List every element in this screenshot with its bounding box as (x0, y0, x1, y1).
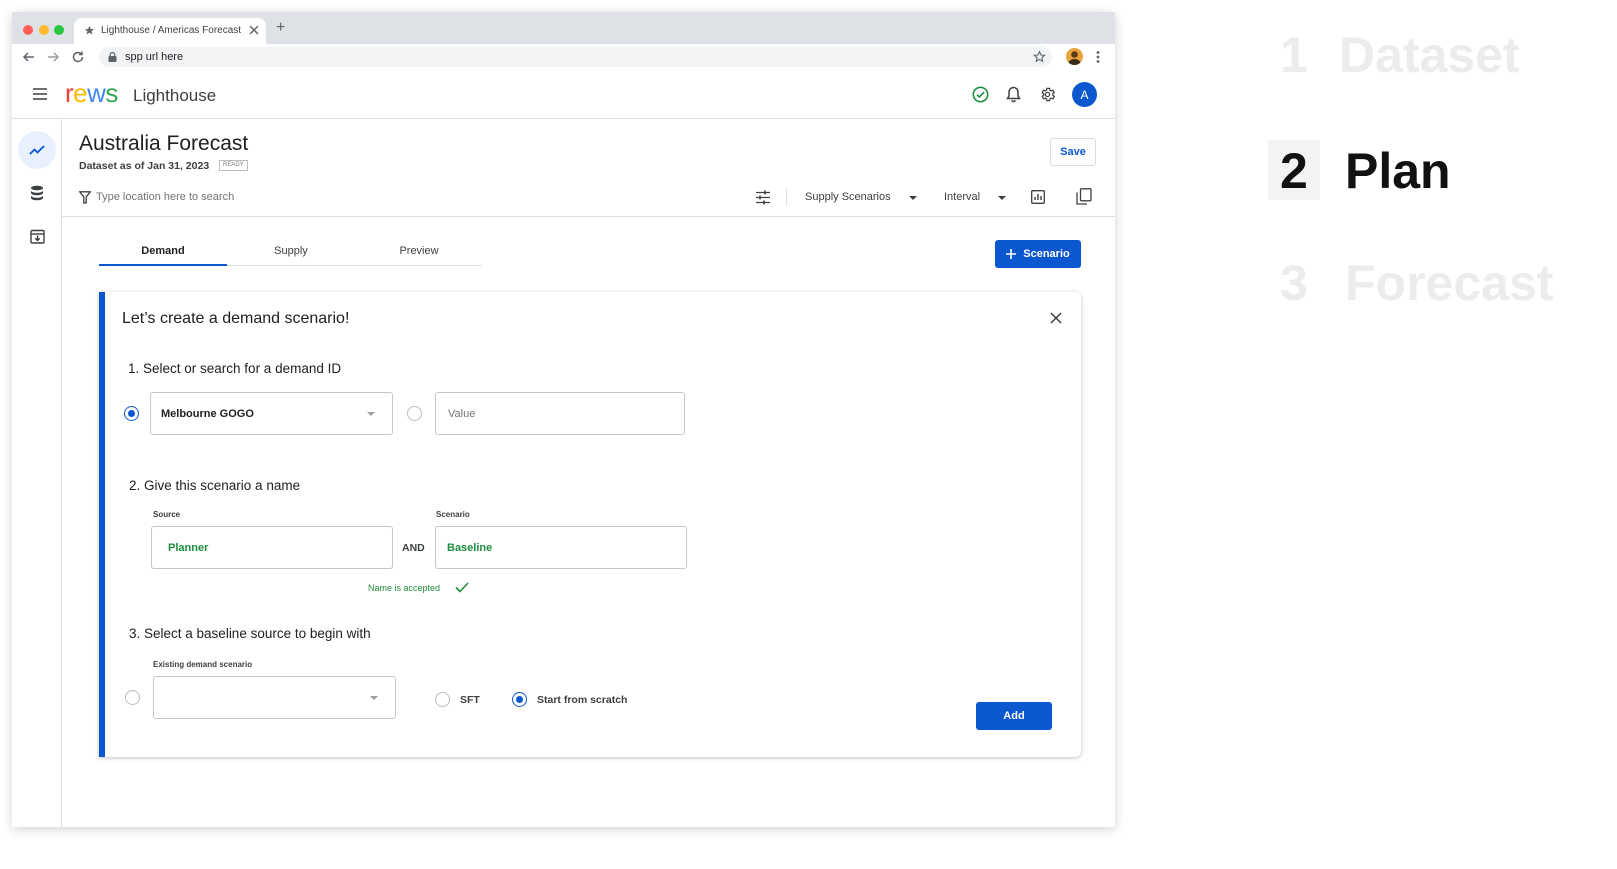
interval-label: Interval (944, 191, 981, 203)
scenario-name-input[interactable]: Baseline (435, 526, 687, 569)
plus-icon (1006, 249, 1017, 259)
page-title: Australia Forecast (79, 132, 249, 155)
back-icon[interactable] (22, 50, 36, 64)
browser-menu-icon[interactable] (1096, 50, 1100, 64)
browser-window: Lighthouse / Americas Forecast + spp url… (12, 12, 1115, 827)
location-search-input[interactable] (96, 187, 496, 207)
demand-id-dropdown[interactable]: Melbourne GOGO (150, 392, 393, 435)
maximize-window-button[interactable] (54, 25, 64, 35)
nav-dataset-button[interactable] (18, 174, 56, 212)
app-name: Lighthouse (133, 86, 217, 105)
logo-letter-w: w (87, 78, 106, 108)
minimize-window-button[interactable] (39, 25, 49, 35)
source-input[interactable]: Planner (151, 526, 393, 569)
existing-scenario-radio[interactable] (125, 690, 140, 705)
status-badge: READY (219, 160, 248, 171)
menu-icon[interactable] (33, 88, 47, 100)
step-label-plan: Plan (1345, 143, 1451, 199)
tab-close-icon[interactable] (249, 25, 259, 35)
existing-scenario-dropdown[interactable] (153, 676, 396, 719)
demand-id-value: Melbourne GOGO (161, 408, 254, 420)
source-value: Planner (168, 542, 209, 554)
archive-download-icon (29, 229, 45, 244)
chevron-down-icon (370, 696, 378, 700)
nav-forecast-button[interactable] (18, 131, 56, 169)
tab-supply[interactable]: Supply (227, 233, 355, 269)
sft-label: SFT (460, 694, 480, 706)
demand-id-value-input[interactable] (435, 392, 685, 435)
step-number-1: 1 (1280, 27, 1308, 83)
navigation-rail (12, 119, 62, 827)
chevron-down-icon (998, 196, 1006, 200)
checkmark-icon (455, 582, 469, 593)
nav-archive-button[interactable] (18, 217, 56, 255)
filter-divider (62, 216, 1115, 217)
supply-scenarios-label: Supply Scenarios (805, 191, 891, 203)
settings-gear-icon[interactable] (1039, 86, 1056, 103)
start-from-scratch-label: Start from scratch (537, 694, 628, 706)
url-text: spp url here (125, 51, 184, 63)
supply-scenarios-dropdown[interactable]: Supply Scenarios (805, 191, 925, 205)
rews-logo: rews (65, 78, 118, 109)
bar-chart-icon[interactable] (1031, 190, 1045, 204)
demand-id-value-radio[interactable] (407, 406, 422, 421)
step-label-dataset: Dataset (1339, 27, 1520, 83)
bookmark-star-icon[interactable] (1033, 50, 1046, 63)
profile-avatar-icon[interactable] (1066, 48, 1083, 65)
app-header: rews Lighthouse A (12, 70, 1115, 119)
reload-icon[interactable] (71, 50, 85, 64)
demand-scenario-card: Let’s create a demand scenario! 1. Selec… (99, 292, 1081, 757)
scenario-value: Baseline (447, 542, 493, 554)
interval-dropdown[interactable]: Interval (944, 191, 1010, 205)
toolbar-divider (786, 188, 787, 206)
logo-letter-r: r (65, 78, 74, 108)
database-icon (30, 185, 44, 201)
copy-icon[interactable] (1076, 188, 1092, 205)
validation-message: Name is accepted (368, 583, 441, 593)
step-label-forecast: Forecast (1345, 255, 1554, 311)
tab-preview[interactable]: Preview (355, 233, 483, 269)
browser-toolbar: spp url here (12, 44, 1115, 70)
chevron-down-icon (909, 196, 917, 200)
new-tab-button[interactable]: + (276, 19, 285, 37)
trending-line-icon (29, 144, 45, 156)
active-tab-indicator (99, 264, 227, 266)
forward-icon[interactable] (46, 50, 60, 64)
step-number-2: 2 (1280, 143, 1308, 199)
card-title: Let’s create a demand scenario! (122, 310, 350, 327)
start-from-scratch-radio[interactable] (512, 692, 527, 707)
tab-title: Lighthouse / Americas Forecast (101, 25, 242, 36)
scenario-label: Scenario (436, 510, 470, 519)
browser-tab-strip: Lighthouse / Americas Forecast + (12, 12, 1115, 44)
add-button[interactable]: Add (976, 702, 1052, 730)
tune-sliders-icon[interactable] (755, 190, 771, 205)
demand-id-dropdown-radio[interactable] (124, 406, 139, 421)
close-window-button[interactable] (23, 25, 33, 35)
save-button[interactable]: Save (1050, 138, 1096, 166)
add-scenario-button[interactable]: Scenario (995, 240, 1081, 268)
logo-letter-s: s (105, 78, 118, 108)
dataset-date: Dataset as of Jan 31, 2023 (79, 160, 210, 172)
add-scenario-label: Scenario (1023, 248, 1070, 260)
user-avatar[interactable]: A (1072, 82, 1097, 107)
bell-icon[interactable] (1006, 86, 1021, 103)
and-label: AND (402, 542, 425, 554)
browser-tab[interactable]: Lighthouse / Americas Forecast (74, 18, 266, 44)
step1-heading: 1. Select or search for a demand ID (128, 361, 342, 376)
chevron-down-icon (367, 412, 375, 416)
sft-radio[interactable] (435, 692, 450, 707)
lock-icon (108, 52, 117, 62)
star-icon (84, 25, 95, 36)
step3-heading: 3. Select a baseline source to begin wit… (129, 626, 371, 641)
close-icon[interactable] (1050, 312, 1062, 324)
logo-letter-e: e (73, 78, 88, 108)
existing-scenario-label: Existing demand scenario (153, 660, 253, 669)
address-bar[interactable]: spp url here (99, 47, 1052, 67)
step2-heading: 2. Give this scenario a name (129, 478, 301, 493)
step-number-3: 3 (1280, 255, 1308, 311)
source-label: Source (153, 510, 181, 519)
check-circle-icon[interactable] (972, 86, 989, 103)
filter-icon (79, 191, 91, 204)
